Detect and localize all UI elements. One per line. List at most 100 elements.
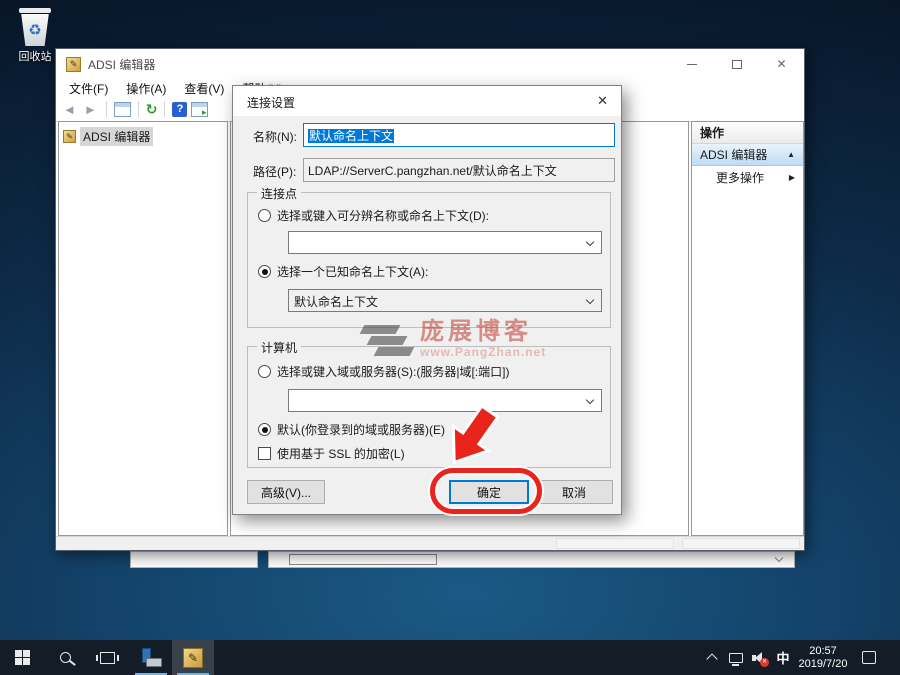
tray-network[interactable] <box>724 640 748 675</box>
computer-legend: 计算机 <box>257 339 302 356</box>
radio-domain-or-server[interactable]: 选择或键入域或服务器(S):(服务器|域[:端口]) <box>258 363 509 380</box>
path-label: 路径(P): <box>253 165 297 179</box>
tree-item-adsi-editor[interactable]: ✎ ADSI 编辑器 <box>63 127 227 146</box>
clock-date: 2019/7/20 <box>798 657 848 670</box>
expand-icon[interactable]: ▶ <box>789 173 795 182</box>
refresh-icon[interactable]: ↻ <box>146 102 158 116</box>
ssl-checkbox-label: 使用基于 SSL 的加密(L) <box>277 447 405 461</box>
console-tree-pane: ✎ ADSI 编辑器 <box>58 121 228 536</box>
actions-group-adsi-editor[interactable]: ADSI 编辑器 ▲ <box>692 144 803 166</box>
search-button[interactable] <box>44 640 86 675</box>
server-manager-icon <box>140 647 162 668</box>
name-input-selected-text: 默认命名上下文 <box>308 129 395 143</box>
tray-clock[interactable]: 20:57 2019/7/20 <box>794 640 852 675</box>
known-naming-context-combobox[interactable]: 默认命名上下文 <box>288 289 602 312</box>
radio-unchecked-icon <box>258 365 271 378</box>
chevron-down-icon <box>774 553 784 563</box>
status-bar-section <box>556 538 674 549</box>
radio-distinguished-name-label: 选择或键入可分辨名称或命名上下文(D): <box>277 209 489 223</box>
recycle-bin-shortcut[interactable]: ♻ 回收站 <box>8 8 62 64</box>
background-window-fragment <box>268 551 795 568</box>
recycle-bin-icon: ♻ <box>21 14 49 46</box>
volume-muted-icon: ✕ <box>752 651 769 667</box>
radio-distinguished-name[interactable]: 选择或键入可分辨名称或命名上下文(D): <box>258 207 489 224</box>
show-console-tree-icon[interactable] <box>113 101 131 117</box>
connection-point-legend: 连接点 <box>257 185 302 202</box>
dialog-title: 连接设置 <box>247 96 296 110</box>
ssl-checkbox-row[interactable]: 使用基于 SSL 的加密(L) <box>258 445 405 462</box>
taskbar-adsi-editor[interactable]: ✎ <box>172 640 214 675</box>
task-view-button[interactable] <box>86 640 128 675</box>
background-field-fragment <box>289 554 437 565</box>
collapse-icon[interactable]: ▲ <box>787 150 795 159</box>
radio-checked-icon <box>258 423 271 436</box>
more-actions-label: 更多操作 <box>716 170 765 185</box>
adsi-taskbar-icon: ✎ <box>183 647 203 668</box>
actions-group-label: ADSI 编辑器 <box>700 148 768 162</box>
advanced-button[interactable]: 高级(V)... <box>247 480 325 504</box>
forward-icon[interactable]: ► <box>82 102 99 117</box>
radio-default-domain-label: 默认(你登录到的域或服务器)(E) <box>277 423 445 437</box>
back-icon[interactable]: ◄ <box>61 102 78 117</box>
actions-pane-header: 操作 <box>692 122 803 144</box>
task-view-icon <box>95 651 119 664</box>
actions-pane: 操作 ADSI 编辑器 ▲ 更多操作 ▶ <box>691 121 804 536</box>
taskbar-server-manager[interactable] <box>130 640 172 675</box>
chevron-down-icon <box>585 237 595 247</box>
domain-or-server-combobox[interactable] <box>288 389 602 412</box>
chevron-down-icon <box>585 395 595 405</box>
distinguished-name-combobox[interactable] <box>288 231 602 254</box>
dialog-titlebar[interactable]: 连接设置 ✕ <box>233 86 621 116</box>
network-icon <box>729 652 743 666</box>
help-icon[interactable]: ? <box>172 101 188 117</box>
radio-unchecked-icon <box>258 209 271 222</box>
adsi-node-icon: ✎ <box>63 130 76 143</box>
tray-volume[interactable]: ✕ <box>748 640 772 675</box>
actions-more-actions[interactable]: 更多操作 ▶ <box>692 166 803 188</box>
toolbar-separator <box>137 101 139 117</box>
menu-view[interactable]: 查看(V) <box>175 79 233 98</box>
desktop: ♻ 回收站 ✎ ADSI 编辑器 ✕ 文件(F) 操作(A) 查看(V) 帮助(… <box>0 0 900 675</box>
taskbar: ✎ ✕ 中 20:57 2019/7/20 <box>0 640 900 675</box>
mute-badge-icon: ✕ <box>760 657 769 667</box>
window-title: ADSI 编辑器 <box>88 57 156 72</box>
radio-checked-icon <box>258 265 271 278</box>
status-bar-section <box>682 538 800 549</box>
ok-button[interactable]: 确定 <box>449 480 529 504</box>
close-button[interactable]: ✕ <box>759 49 804 79</box>
show-action-pane-icon[interactable]: ▸ <box>191 101 209 117</box>
connection-settings-dialog: 连接设置 ✕ 名称(N): 默认命名上下文 路径(P): LDAP://Serv… <box>232 85 622 515</box>
minimize-button[interactable] <box>669 49 714 79</box>
menu-action[interactable]: 操作(A) <box>117 79 175 98</box>
name-input[interactable]: 默认命名上下文 <box>303 123 615 147</box>
window-titlebar[interactable]: ✎ ADSI 编辑器 ✕ <box>56 49 804 79</box>
search-icon <box>59 652 71 663</box>
name-label: 名称(N): <box>253 130 297 144</box>
checkbox-unchecked-icon <box>258 447 271 460</box>
close-icon: ✕ <box>776 57 787 71</box>
start-button[interactable] <box>0 640 44 675</box>
minimize-icon <box>686 63 697 65</box>
dialog-close-icon[interactable]: ✕ <box>597 93 608 109</box>
cancel-button[interactable]: 取消 <box>535 480 613 504</box>
action-center-button[interactable] <box>854 640 884 675</box>
connection-point-groupbox: 连接点 选择或键入可分辨名称或命名上下文(D): 选择一个已知命名上下文(A):… <box>247 185 611 328</box>
chevron-up-icon <box>706 653 718 665</box>
radio-known-naming-context[interactable]: 选择一个已知命名上下文(A): <box>258 263 428 280</box>
ime-indicator: 中 <box>776 651 790 666</box>
maximize-button[interactable] <box>714 49 759 79</box>
adsi-app-icon: ✎ <box>66 56 81 72</box>
path-input[interactable]: LDAP://ServerC.pangzhan.net/默认命名上下文 <box>303 158 615 182</box>
menu-file[interactable]: 文件(F) <box>60 79 117 98</box>
recycle-bin-lid <box>19 8 51 13</box>
toolbar-separator <box>164 101 166 117</box>
toolbar-separator <box>105 101 107 117</box>
windows-logo-icon <box>14 650 30 665</box>
radio-default-domain[interactable]: 默认(你登录到的域或服务器)(E) <box>258 421 445 438</box>
recycle-bin-label: 回收站 <box>18 51 52 63</box>
tray-ime[interactable]: 中 <box>772 640 794 675</box>
computer-groupbox: 计算机 选择或键入域或服务器(S):(服务器|域[:端口]) 默认(你登录到的域… <box>247 339 611 468</box>
tray-show-hidden-icons[interactable] <box>700 640 724 675</box>
chevron-down-icon <box>585 295 595 305</box>
action-center-icon <box>862 651 876 664</box>
